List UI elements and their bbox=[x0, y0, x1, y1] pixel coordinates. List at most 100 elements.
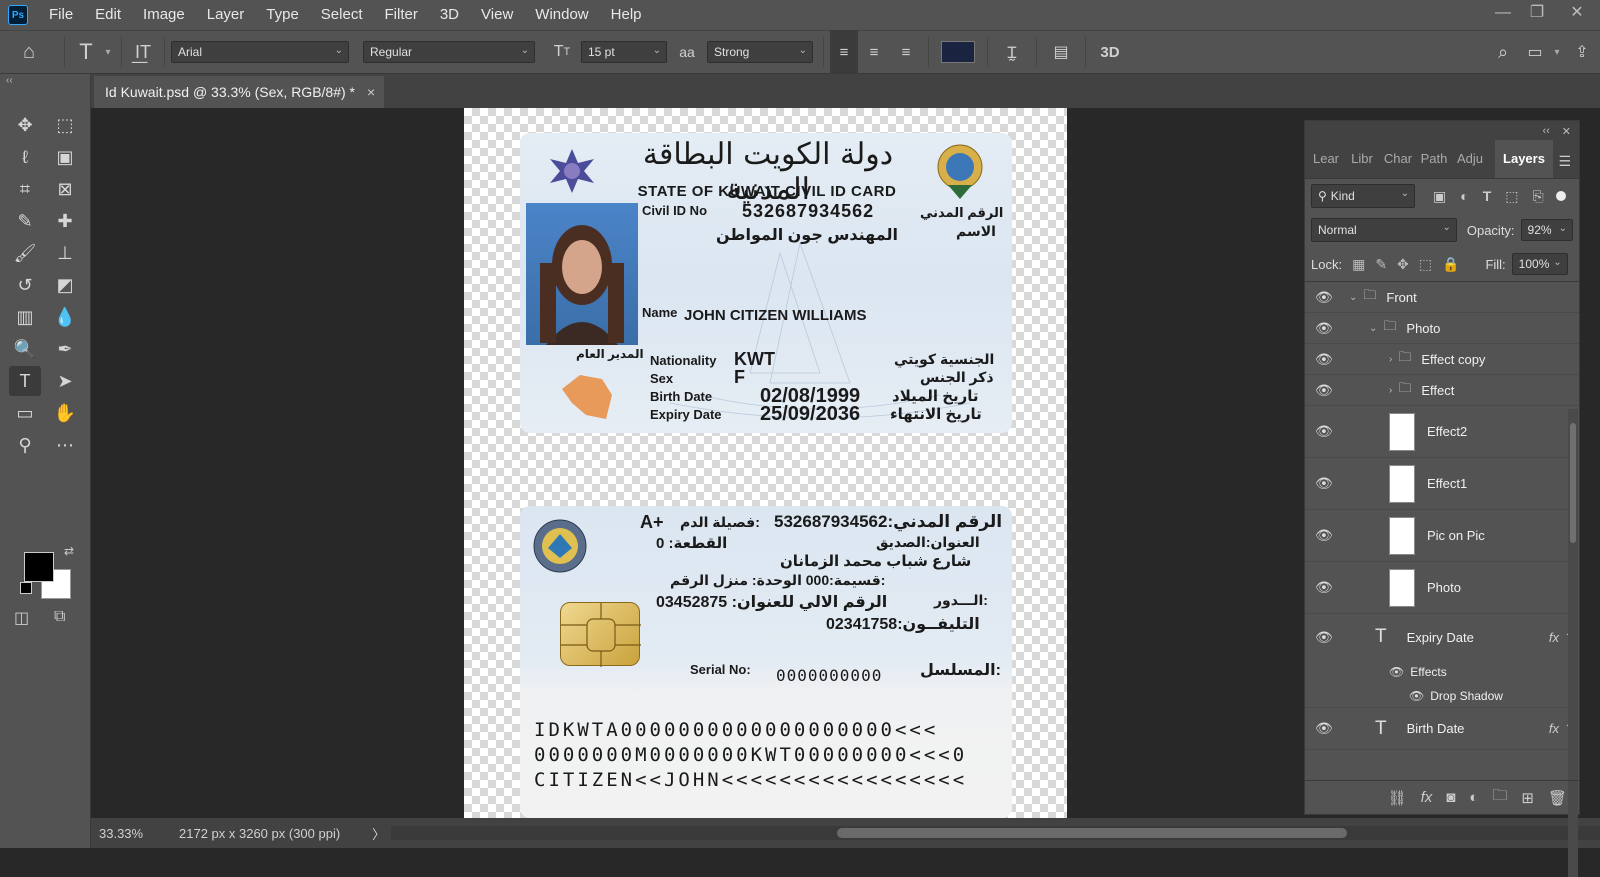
frame-tool-icon[interactable]: ⊠ bbox=[49, 174, 81, 204]
close-window-button[interactable]: ✕ bbox=[1554, 0, 1600, 30]
collapse-panel-icon[interactable]: ‹‹ bbox=[1542, 125, 1549, 137]
menu-select[interactable]: Select bbox=[310, 0, 374, 30]
effect-row[interactable]: 👁 Drop Shadow bbox=[1305, 684, 1579, 708]
hand-tool-icon[interactable]: ✋ bbox=[49, 398, 81, 428]
fx-icon[interactable]: fx bbox=[1549, 630, 1559, 645]
share-icon[interactable]: ⇪ bbox=[1564, 30, 1600, 74]
add-style-icon[interactable]: fx bbox=[1421, 789, 1433, 806]
brush-tool-icon[interactable]: 🖌 bbox=[9, 238, 41, 268]
adjustment-layer-icon[interactable]: ◐ bbox=[1469, 789, 1478, 806]
layer-row[interactable]: 👁 T Expiry Date fx ⌃ bbox=[1305, 614, 1579, 660]
minimize-button[interactable]: — bbox=[1486, 0, 1520, 30]
font-style-select[interactable]: Regular ⌄ bbox=[363, 41, 535, 63]
tab-learn[interactable]: Lear bbox=[1311, 140, 1341, 178]
align-left-icon[interactable]: ≡ bbox=[830, 30, 858, 74]
layer-row[interactable]: 👁 Pic on Pic bbox=[1305, 510, 1579, 562]
workspace-icon[interactable]: ▭ bbox=[1520, 30, 1550, 74]
close-panel-icon[interactable]: ✕ bbox=[1562, 125, 1571, 138]
more-tools-icon[interactable]: ⋯ bbox=[49, 430, 81, 460]
quick-mask-icon[interactable]: ◫ bbox=[14, 608, 29, 628]
chevron-down-icon[interactable]: ⌄ bbox=[1369, 323, 1377, 334]
tab-paths[interactable]: Path bbox=[1419, 140, 1449, 178]
menu-edit[interactable]: Edit bbox=[84, 0, 132, 30]
zoom-level[interactable]: 33.33% bbox=[99, 826, 173, 841]
document-tab[interactable]: Id Kuwait.psd @ 33.3% (Sex, RGB/8#) * × bbox=[94, 76, 384, 108]
scroll-thumb[interactable] bbox=[1570, 423, 1576, 543]
menu-file[interactable]: File bbox=[38, 0, 84, 30]
layer-row[interactable]: 👁 › 🗀 Effect bbox=[1305, 375, 1579, 406]
lock-position-icon[interactable]: ✥ bbox=[1397, 256, 1409, 273]
align-center-icon[interactable]: ≡ bbox=[858, 30, 890, 74]
visibility-eye-icon[interactable]: 👁 bbox=[1315, 629, 1333, 646]
pen-tool-icon[interactable]: ✒ bbox=[49, 334, 81, 364]
menu-3d[interactable]: 3D bbox=[429, 0, 470, 30]
history-brush-tool-icon[interactable]: ↺ bbox=[9, 270, 41, 300]
home-icon[interactable]: ⌂ bbox=[0, 30, 58, 74]
visibility-eye-icon[interactable]: 👁 bbox=[1315, 289, 1333, 306]
crop-tool-icon[interactable]: ⌗ bbox=[9, 174, 41, 204]
visibility-eye-icon[interactable]: 👁 bbox=[1315, 579, 1333, 596]
menu-image[interactable]: Image bbox=[132, 0, 196, 30]
layer-row[interactable]: 👁 Photo bbox=[1305, 562, 1579, 614]
tab-adjustments[interactable]: Adju bbox=[1455, 140, 1485, 178]
chevron-down-icon[interactable]: ▾ bbox=[1550, 30, 1564, 74]
lasso-tool-icon[interactable]: ℓ bbox=[9, 142, 41, 172]
eraser-tool-icon[interactable]: ◩ bbox=[49, 270, 81, 300]
new-layer-icon[interactable]: ⊞ bbox=[1521, 789, 1534, 807]
layer-row[interactable]: 👁 Effect1 bbox=[1305, 458, 1579, 510]
antialias-select[interactable]: Strong ⌄ bbox=[707, 41, 813, 63]
visibility-eye-icon[interactable]: 👁 bbox=[1315, 320, 1333, 337]
stamp-tool-icon[interactable]: ⊥ bbox=[49, 238, 81, 268]
font-size-select[interactable]: 15 pt ⌄ bbox=[581, 41, 667, 63]
visibility-eye-icon[interactable]: 👁 bbox=[1409, 689, 1424, 703]
object-select-tool-icon[interactable]: ▣ bbox=[49, 142, 81, 172]
blur-tool-icon[interactable]: 💧 bbox=[49, 302, 81, 332]
text-orientation-icon[interactable]: I͟T bbox=[128, 30, 158, 74]
layer-row[interactable]: 👁 › 🗀 Effect copy bbox=[1305, 344, 1579, 375]
blend-mode-select[interactable]: Normal ⌄ bbox=[1311, 218, 1457, 242]
screen-mode-icon[interactable]: ⧉ bbox=[54, 608, 65, 626]
panel-menu-icon[interactable]: ☰ bbox=[1558, 153, 1571, 170]
type-tool-preset-icon[interactable]: T bbox=[71, 30, 101, 74]
add-mask-icon[interactable]: ◙ bbox=[1446, 789, 1455, 806]
filter-type-icon[interactable]: T bbox=[1483, 188, 1492, 204]
character-panel-icon[interactable]: ▤ bbox=[1043, 30, 1079, 74]
layer-filter-select[interactable]: ⚲ Kind ⌄ bbox=[1311, 184, 1415, 208]
chevron-down-icon[interactable]: ⌄ bbox=[1349, 292, 1357, 303]
trash-icon[interactable]: 🗑 bbox=[1548, 789, 1567, 807]
3d-button[interactable]: 3D bbox=[1092, 30, 1128, 74]
font-family-select[interactable]: Arial ⌄ bbox=[171, 41, 349, 63]
align-right-icon[interactable]: ≡ bbox=[890, 30, 922, 74]
lock-pixels-icon[interactable]: ✎ bbox=[1375, 256, 1387, 273]
dodge-tool-icon[interactable]: 🔍 bbox=[9, 334, 41, 364]
move-tool-icon[interactable]: ✥ bbox=[9, 110, 41, 140]
menu-view[interactable]: View bbox=[470, 0, 524, 30]
warp-text-icon[interactable]: Ɪ̰ bbox=[994, 30, 1030, 74]
text-color-swatch[interactable] bbox=[941, 41, 975, 63]
restore-button[interactable]: ❐ bbox=[1520, 0, 1554, 30]
fill-input[interactable]: 100% ⌄ bbox=[1511, 253, 1568, 275]
tab-character[interactable]: Char bbox=[1383, 140, 1413, 178]
tab-layers[interactable]: Layers bbox=[1495, 140, 1553, 178]
tab-libraries[interactable]: Libr bbox=[1347, 140, 1377, 178]
opacity-input[interactable]: 92% ⌄ bbox=[1520, 219, 1573, 241]
filter-shape-icon[interactable]: ⬚ bbox=[1505, 188, 1518, 205]
scroll-thumb[interactable] bbox=[837, 828, 1347, 838]
document-info[interactable]: 2172 px x 3260 px (300 ppi) bbox=[179, 826, 340, 841]
filter-toggle-icon[interactable] bbox=[1555, 191, 1566, 201]
layer-row[interactable]: 👁 ⌄ 🗀 Front bbox=[1305, 282, 1579, 313]
visibility-eye-icon[interactable]: 👁 bbox=[1315, 423, 1333, 440]
chevron-down-icon[interactable]: ▾ bbox=[101, 30, 115, 74]
healing-brush-tool-icon[interactable]: ✚ bbox=[49, 206, 81, 236]
filter-smart-object-icon[interactable]: ⎘ bbox=[1533, 188, 1544, 205]
filter-adjustment-icon[interactable]: ◐ bbox=[1460, 188, 1468, 204]
link-layers-icon[interactable]: ⛓ bbox=[1388, 789, 1407, 807]
menu-layer[interactable]: Layer bbox=[196, 0, 256, 30]
lock-artboard-icon[interactable]: ⬚ bbox=[1419, 256, 1432, 273]
canvas[interactable]: دولة الكويت البطاقة المدنية STATE OF KUW… bbox=[464, 108, 1067, 818]
horizontal-scrollbar[interactable] bbox=[391, 826, 1600, 840]
visibility-eye-icon[interactable]: 👁 bbox=[1315, 351, 1333, 368]
lock-transparency-icon[interactable]: ▦ bbox=[1352, 256, 1365, 273]
chevron-right-icon[interactable]: › bbox=[1389, 354, 1392, 365]
visibility-eye-icon[interactable]: 👁 bbox=[1315, 382, 1333, 399]
